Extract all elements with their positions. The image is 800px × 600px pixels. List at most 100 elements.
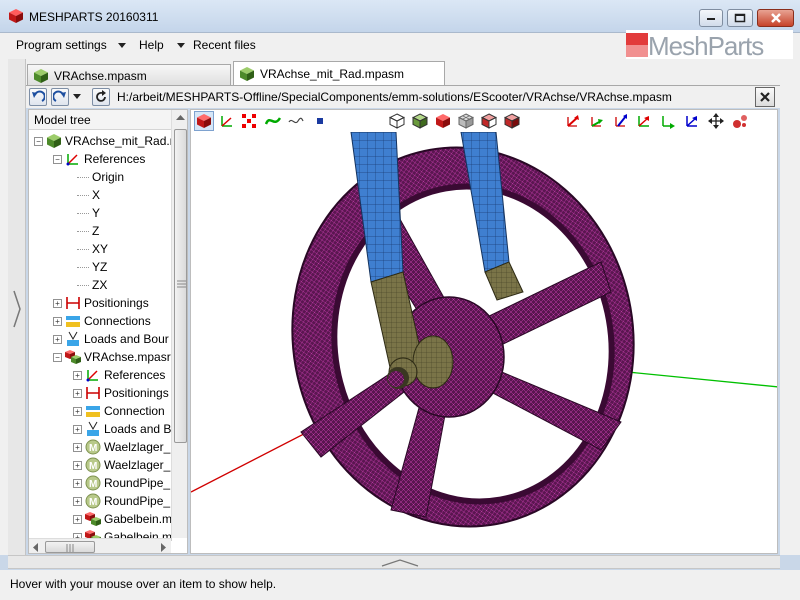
side-panel-toggle[interactable] <box>8 59 26 555</box>
collapse-icon[interactable]: − <box>53 352 62 362</box>
expand-icon[interactable]: + <box>53 298 62 308</box>
tree-item[interactable]: + Connections <box>53 312 151 330</box>
3d-model-render[interactable] <box>191 132 778 554</box>
tree-item[interactable]: + Loads and Bour <box>53 330 169 348</box>
collapse-icon[interactable]: − <box>53 154 62 164</box>
expand-icon[interactable]: + <box>73 406 82 416</box>
tree-item[interactable]: X <box>77 186 100 204</box>
tab-vrachse-mit-rad[interactable]: VRAchse_mit_Rad.mpasm <box>233 61 445 86</box>
reload-button[interactable] <box>92 88 110 106</box>
toolbar-button-move-y[interactable] <box>587 111 607 131</box>
undo-button[interactable] <box>29 88 47 106</box>
right-edge <box>780 59 800 555</box>
tree-item[interactable]: − References <box>53 150 145 168</box>
part-icon <box>65 350 81 364</box>
app-cube-icon <box>9 9 23 23</box>
toolbar-button-move-z[interactable] <box>611 111 631 131</box>
tree-item[interactable]: − VRAchse_mit_Rad.r <box>34 132 174 150</box>
toolbar-button-rotate-z[interactable] <box>682 111 702 131</box>
bottom-panel-toggle[interactable] <box>8 555 780 569</box>
expand-icon[interactable]: + <box>73 514 82 524</box>
toolbar-button-mesh[interactable] <box>456 111 476 131</box>
tree-hscroll-thumb[interactable] <box>45 541 95 553</box>
scroll-up-icon[interactable] <box>176 115 185 121</box>
tree-item[interactable]: + Connection <box>73 402 165 420</box>
toolbar-button-red-solid[interactable] <box>433 111 453 131</box>
toolbar-button-wave[interactable] <box>286 111 306 131</box>
expand-icon[interactable]: + <box>73 370 82 380</box>
toolbar-button-section[interactable] <box>479 111 499 131</box>
toolbar-button-axes-toggle[interactable] <box>217 111 237 131</box>
tree-item[interactable]: + Loads and B <box>73 420 171 438</box>
tree-item[interactable]: Origin <box>77 168 124 186</box>
tree-item[interactable]: + Positionings <box>53 294 149 312</box>
tree-item[interactable]: YZ <box>77 258 107 276</box>
toolbar-button-solid-view[interactable] <box>194 111 214 131</box>
svg-text:M: M <box>89 443 97 454</box>
tree-scroll-thumb[interactable] <box>174 129 187 443</box>
program-settings-dropdown-icon[interactable] <box>118 43 126 48</box>
expand-icon[interactable]: + <box>73 460 82 470</box>
toolbar-button-nodes[interactable] <box>239 111 259 131</box>
tree-item[interactable]: + References <box>73 366 165 384</box>
tree-item[interactable]: − VRAchse.mpasr <box>53 348 171 366</box>
expand-icon[interactable]: + <box>73 442 82 452</box>
tab-label: VRAchse.mpasm <box>54 68 147 83</box>
toolbar-button-wireframe[interactable] <box>387 111 407 131</box>
menu-help[interactable]: Help <box>139 38 164 52</box>
expand-icon[interactable]: + <box>73 388 82 398</box>
help-dropdown-icon[interactable] <box>177 43 185 48</box>
toolbar-button-shaded[interactable] <box>410 111 430 131</box>
redo-icon <box>53 90 66 102</box>
tree-item[interactable]: + M Waelzlager_ <box>73 438 170 456</box>
tree-item[interactable]: + M RoundPipe_ <box>73 492 170 510</box>
expand-icon[interactable]: + <box>73 424 82 434</box>
menu-program-settings[interactable]: Program settings <box>16 38 107 52</box>
meshparts-logo: MeshParts <box>626 30 793 60</box>
tree-item[interactable]: XY <box>77 240 108 258</box>
tree-item[interactable]: + Gabelbein.m <box>73 510 172 528</box>
expand-icon[interactable]: + <box>73 478 82 488</box>
expand-icon[interactable]: + <box>73 496 82 506</box>
section-edge-icon <box>504 113 520 129</box>
tree-item[interactable]: + Positionings <box>73 384 169 402</box>
tab-vrachse[interactable]: VRAchse.mpasm <box>27 64 231 86</box>
3d-viewport[interactable] <box>190 109 778 554</box>
toolbar-button-point[interactable] <box>310 111 330 131</box>
toolbar-button-translate[interactable] <box>706 111 726 131</box>
tree-item-label: Positionings <box>104 386 169 400</box>
svg-text:M: M <box>89 497 97 508</box>
tree-item-label: Z <box>92 224 100 238</box>
tree-item[interactable]: + M RoundPipe_ <box>73 474 170 492</box>
mesh-m-icon: M <box>85 475 101 491</box>
tree-vertical-scrollbar[interactable] <box>171 110 187 538</box>
scroll-left-icon[interactable] <box>33 543 39 552</box>
redo-button[interactable] <box>51 88 69 106</box>
tree-connector <box>77 284 89 286</box>
maximize-button[interactable] <box>727 9 753 27</box>
toolbar-button-rotate-y[interactable] <box>658 111 678 131</box>
scroll-right-icon[interactable] <box>161 543 167 552</box>
close-icon <box>770 13 781 23</box>
menu-recent-files[interactable]: Recent files <box>193 38 256 52</box>
tree-item[interactable]: Z <box>77 222 99 240</box>
collapse-icon[interactable]: − <box>34 136 43 146</box>
tree-item[interactable]: + M Waelzlager_ <box>73 456 170 474</box>
tree-item[interactable]: Y <box>77 204 100 222</box>
minimize-button[interactable] <box>699 9 723 27</box>
loads-icon <box>87 421 99 436</box>
tree-connector <box>77 230 89 232</box>
expand-icon[interactable]: + <box>53 334 62 344</box>
history-dropdown-icon[interactable] <box>73 94 81 99</box>
expand-icon[interactable]: + <box>53 316 62 326</box>
tree-item[interactable]: ZX <box>77 276 107 294</box>
connection-icon <box>86 406 100 417</box>
close-file-button[interactable] <box>755 87 775 107</box>
toolbar-button-explode[interactable] <box>730 111 750 131</box>
close-window-button[interactable] <box>757 9 794 27</box>
toolbar-button-section-edge[interactable] <box>502 111 522 131</box>
tree-horizontal-scrollbar[interactable] <box>29 538 171 553</box>
toolbar-button-rotate-x[interactable] <box>634 111 654 131</box>
toolbar-button-curve[interactable] <box>263 111 283 131</box>
toolbar-button-move-x[interactable] <box>563 111 583 131</box>
